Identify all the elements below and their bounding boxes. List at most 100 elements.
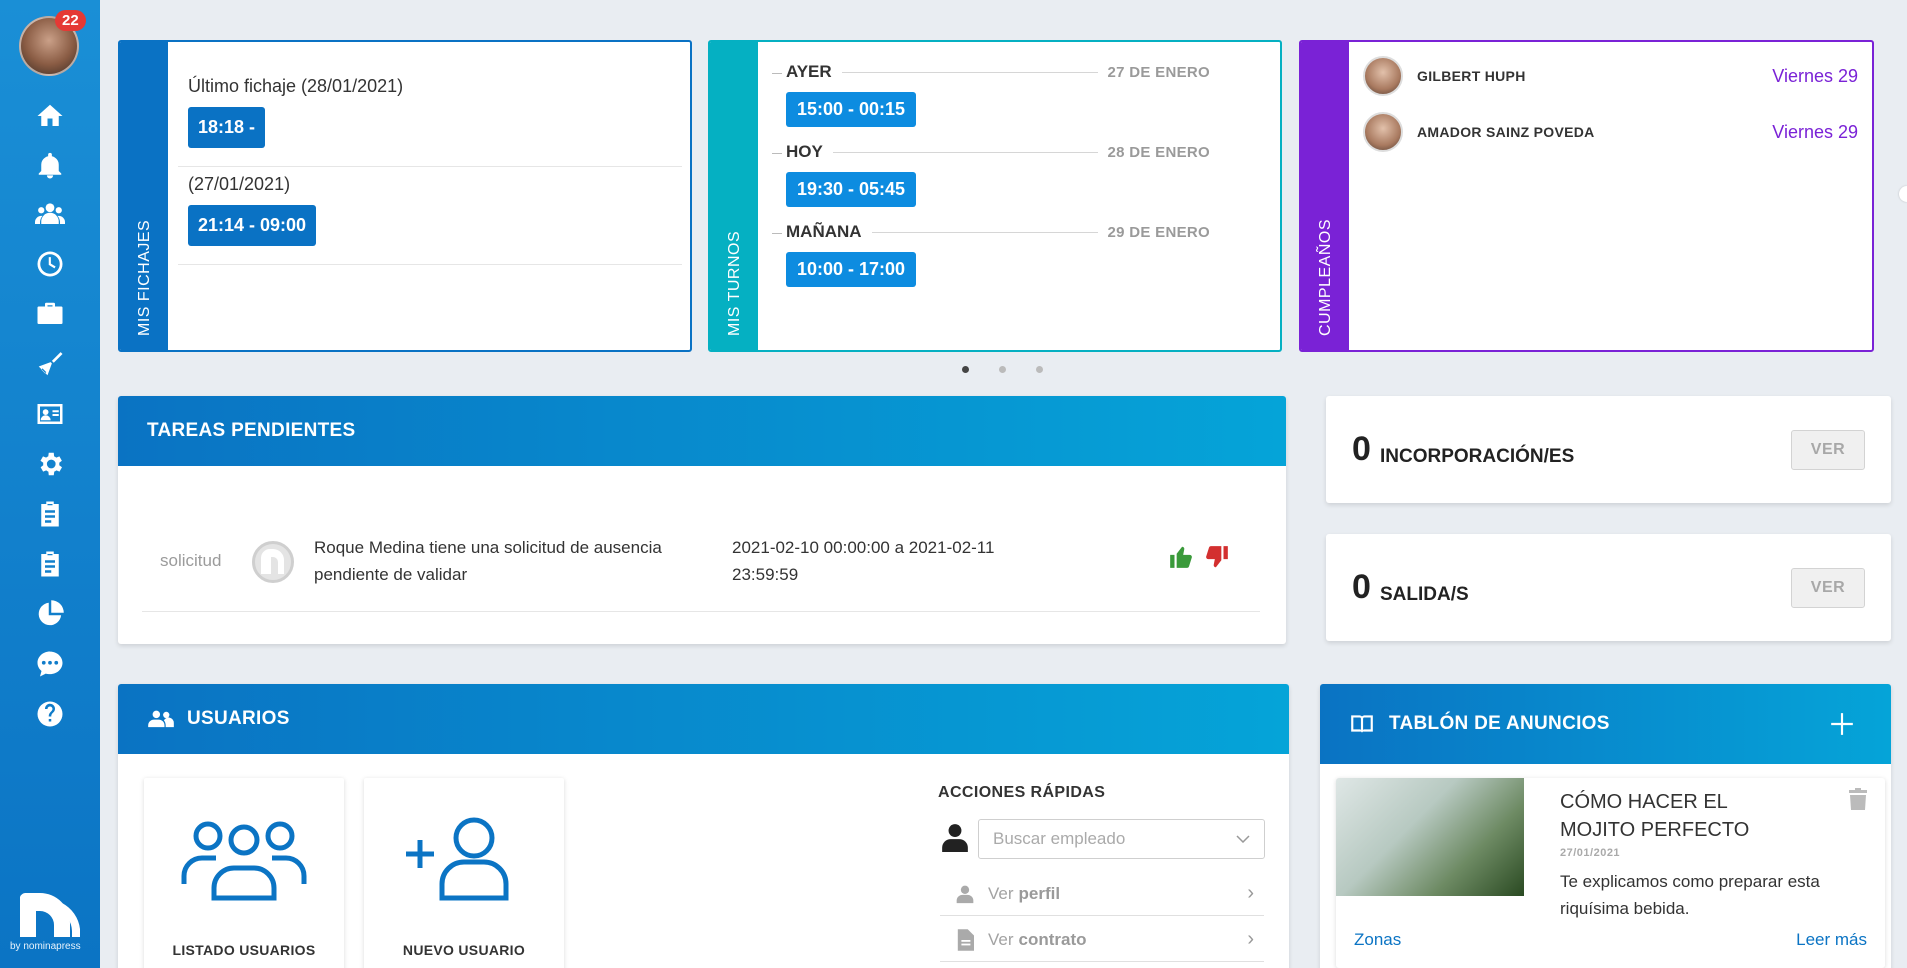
chevron-right-icon: ›: [1247, 882, 1254, 904]
trash-icon[interactable]: [1849, 788, 1867, 810]
usuarios-panel: USUARIOS LISTADO USUARIOS NUEVO USUARIO …: [118, 684, 1289, 968]
carousel-next-handle[interactable]: [1899, 186, 1907, 202]
timeline-dash: [772, 153, 782, 154]
home-icon[interactable]: [32, 98, 68, 134]
quick-action-ver-contrato[interactable]: Ver contrato ›: [940, 918, 1264, 962]
listado-usuarios-tile[interactable]: LISTADO USUARIOS: [144, 778, 344, 968]
notification-badge: 22: [55, 10, 86, 31]
clipboard-check-icon[interactable]: [32, 546, 68, 582]
help-icon[interactable]: [32, 696, 68, 732]
broom-icon[interactable]: [32, 346, 68, 382]
carousel-dot[interactable]: [962, 366, 969, 373]
user-avatar[interactable]: 22: [19, 10, 86, 76]
birthday-date: Viernes 29: [1772, 65, 1858, 86]
turno-item: HOY 28 DE ENERO 19:30 - 05:45: [772, 142, 1210, 207]
turno-header: MAÑANA 29 DE ENERO: [786, 222, 1210, 242]
add-user-icon: [406, 817, 509, 901]
turno-day: AYER: [786, 62, 832, 81]
turno-date: 29 DE ENERO: [1107, 223, 1210, 241]
person-icon: [956, 885, 974, 903]
document-icon: [957, 928, 974, 951]
announcement-card[interactable]: CÓMO HACER EL MOJITO PERFECTO 27/01/2021…: [1336, 778, 1885, 968]
turnos-tab[interactable]: MIS TURNOS: [710, 42, 758, 350]
announcement-date: 27/01/2021: [1560, 847, 1621, 859]
birthday-name: GILBERT HUPH: [1417, 68, 1526, 84]
salidas-count: 0: [1352, 568, 1371, 606]
chat-icon[interactable]: [32, 646, 68, 682]
incorporaciones-card: 0 INCORPORACIÓN/ES VER: [1326, 396, 1891, 503]
announcement-zones-link[interactable]: Zonas: [1354, 930, 1401, 950]
turno-line: [832, 151, 1098, 153]
fichaje-time: 18:18 -: [188, 107, 266, 148]
clock-icon[interactable]: [32, 246, 68, 282]
announcement-read-more-link[interactable]: Leer más: [1796, 930, 1867, 950]
brand-byline: by nominapress: [10, 941, 81, 952]
turno-date: 28 DE ENERO: [1107, 143, 1210, 161]
nuevo-usuario-tile[interactable]: NUEVO USUARIO: [364, 778, 564, 968]
gear-icon[interactable]: [32, 446, 68, 482]
quick-actions-title: ACCIONES RÁPIDAS: [938, 784, 1106, 801]
quick-action-ver-perfil[interactable]: Ver perfil ›: [940, 872, 1264, 916]
divider: [178, 264, 682, 265]
carousel-dots: [962, 366, 1043, 373]
salidas-label: SALIDA/S: [1380, 584, 1469, 605]
users-icon[interactable]: [32, 196, 68, 232]
clipboard-icon[interactable]: [32, 496, 68, 532]
add-icon[interactable]: [1829, 711, 1855, 737]
tareas-panel: TAREAS PENDIENTES solicitud Roque Medina…: [118, 396, 1286, 644]
birthday-row: AMADOR SAINZ POVEDA Viernes 29: [1363, 110, 1858, 154]
default-user-icon: [261, 549, 284, 574]
incorporaciones-label: INCORPORACIÓN/ES: [1380, 446, 1575, 467]
announcement-image: [1336, 778, 1524, 896]
cumpleanos-card: CUMPLEAÑOS GILBERT HUPH Viernes 29 AMADO…: [1299, 40, 1874, 352]
carousel-dot[interactable]: [1036, 366, 1043, 373]
sidebar: 22 by nominapress: [0, 0, 100, 968]
turno-time: 19:30 - 05:45: [786, 172, 917, 207]
turno-line: [841, 71, 1098, 73]
anuncios-header: TABLÓN DE ANUNCIOS: [1320, 684, 1891, 764]
avatar: [1363, 112, 1403, 152]
approve-icon[interactable]: [1168, 544, 1194, 570]
turno-day: HOY: [786, 142, 823, 161]
turno-date: 27 DE ENERO: [1107, 63, 1210, 81]
quick-action-prefix: Ver: [988, 929, 1014, 949]
chevron-down-icon: [1236, 835, 1250, 843]
timeline-dash: [772, 73, 782, 74]
announcement-title: CÓMO HACER EL MOJITO PERFECTO: [1560, 791, 1750, 841]
fichajes-card: MIS FICHAJES Último fichaje (28/01/2021)…: [118, 40, 692, 352]
employee-search-select[interactable]: Buscar empleado: [978, 819, 1265, 859]
divider: [178, 166, 682, 167]
tile-label: NUEVO USUARIO: [402, 942, 526, 958]
table-row: solicitud Roque Medina tiene una solicit…: [142, 508, 1260, 612]
fichaje-entry: (27/01/2021) 21:14 - 09:00: [188, 174, 682, 246]
briefcase-icon[interactable]: [32, 296, 68, 332]
usuarios-title: USUARIOS: [187, 708, 290, 729]
person-icon: [942, 824, 968, 852]
reject-icon[interactable]: [1204, 544, 1230, 570]
fichaje-time: 21:14 - 09:00: [188, 205, 317, 246]
timeline-dash: [772, 233, 782, 234]
book-icon: [1351, 715, 1373, 733]
fichajes-tab[interactable]: MIS FICHAJES: [120, 42, 168, 350]
incorporaciones-count: 0: [1352, 430, 1371, 468]
cumpleanos-tab[interactable]: CUMPLEAÑOS: [1301, 42, 1349, 350]
announcement-description: Te explicamos como preparar esta riquísi…: [1560, 872, 1820, 918]
bell-icon[interactable]: [32, 148, 68, 184]
avatar: [252, 541, 294, 583]
tareas-title: TAREAS PENDIENTES: [147, 420, 356, 441]
pie-chart-icon[interactable]: [32, 596, 68, 632]
salidas-card: 0 SALIDA/S VER: [1326, 534, 1891, 641]
birthday-row: GILBERT HUPH Viernes 29: [1363, 54, 1858, 98]
id-card-icon[interactable]: [32, 396, 68, 432]
search-placeholder: Buscar empleado: [993, 829, 1126, 848]
task-description: Roque Medina tiene una solicitud de ause…: [314, 538, 662, 584]
carousel-dot[interactable]: [999, 366, 1006, 373]
turnos-tab-label: MIS TURNOS: [726, 230, 743, 336]
salidas-ver-button[interactable]: VER: [1791, 568, 1865, 608]
brand-logo-icon: [20, 893, 80, 937]
turno-time: 15:00 - 00:15: [786, 92, 917, 127]
tile-label: LISTADO USUARIOS: [172, 942, 316, 958]
incorporaciones-ver-button[interactable]: VER: [1791, 430, 1865, 470]
task-type: solicitud: [160, 551, 222, 570]
fichaje-label: Último fichaje (28/01/2021): [188, 76, 404, 96]
